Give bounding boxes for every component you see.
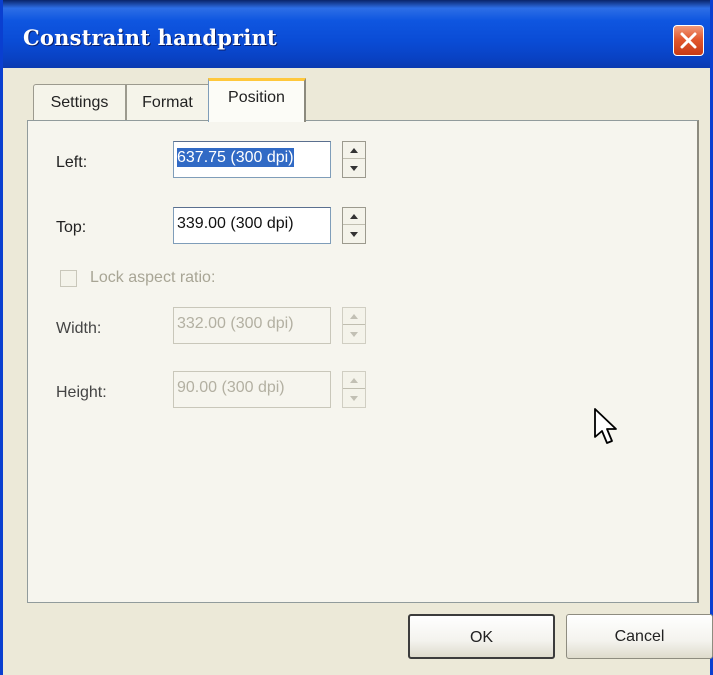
ok-button[interactable]: OK	[408, 614, 555, 659]
cancel-button[interactable]: Cancel	[566, 614, 713, 659]
left-spin-up[interactable]	[343, 142, 365, 159]
tab-settings[interactable]: Settings	[33, 84, 126, 120]
left-spin-down[interactable]	[343, 160, 365, 177]
spin-up-arrow-icon	[350, 314, 358, 319]
tab-format[interactable]: Format	[126, 84, 209, 120]
spin-up-arrow-icon	[350, 378, 358, 383]
left-field-value: 637.75 (300 dpi)	[177, 148, 294, 167]
height-field[interactable]: 90.00 (300 dpi)	[173, 371, 331, 408]
lock-aspect-checkbox[interactable]	[60, 270, 77, 287]
top-label: Top:	[56, 219, 87, 236]
top-spin-down[interactable]	[343, 226, 365, 243]
width-label: Width:	[56, 320, 102, 337]
mouse-cursor-icon	[594, 408, 617, 444]
title-bar[interactable]: Constraint handprint	[3, 0, 710, 68]
height-spin-down[interactable]	[343, 390, 365, 407]
width-spinner[interactable]	[342, 307, 366, 344]
position-tab-panel	[27, 120, 699, 603]
left-spinner[interactable]	[342, 141, 366, 178]
close-icon	[680, 32, 697, 49]
tab-position[interactable]: Position	[208, 78, 306, 122]
spin-down-arrow-icon	[350, 166, 358, 171]
height-label: Height:	[56, 384, 107, 401]
height-spinner[interactable]	[342, 371, 366, 408]
window-title: Constraint handprint	[23, 25, 277, 50]
width-spin-up[interactable]	[343, 308, 365, 325]
top-spinner[interactable]	[342, 207, 366, 244]
spin-down-arrow-icon	[350, 332, 358, 337]
left-field[interactable]: 637.75 (300 dpi)	[173, 141, 331, 178]
left-label: Left:	[56, 154, 88, 171]
height-spin-up[interactable]	[343, 372, 365, 389]
dialog-window: Constraint handprint Settings Format Pos…	[0, 0, 713, 675]
spin-down-arrow-icon	[350, 232, 358, 237]
lock-aspect-label: Lock aspect ratio:	[90, 269, 216, 286]
spin-up-arrow-icon	[350, 148, 358, 153]
width-spin-down[interactable]	[343, 326, 365, 343]
top-field[interactable]: 339.00 (300 dpi)	[173, 207, 331, 244]
spin-down-arrow-icon	[350, 396, 358, 401]
width-field[interactable]: 332.00 (300 dpi)	[173, 307, 331, 344]
spin-up-arrow-icon	[350, 214, 358, 219]
top-spin-up[interactable]	[343, 208, 365, 225]
close-button[interactable]	[673, 25, 704, 56]
